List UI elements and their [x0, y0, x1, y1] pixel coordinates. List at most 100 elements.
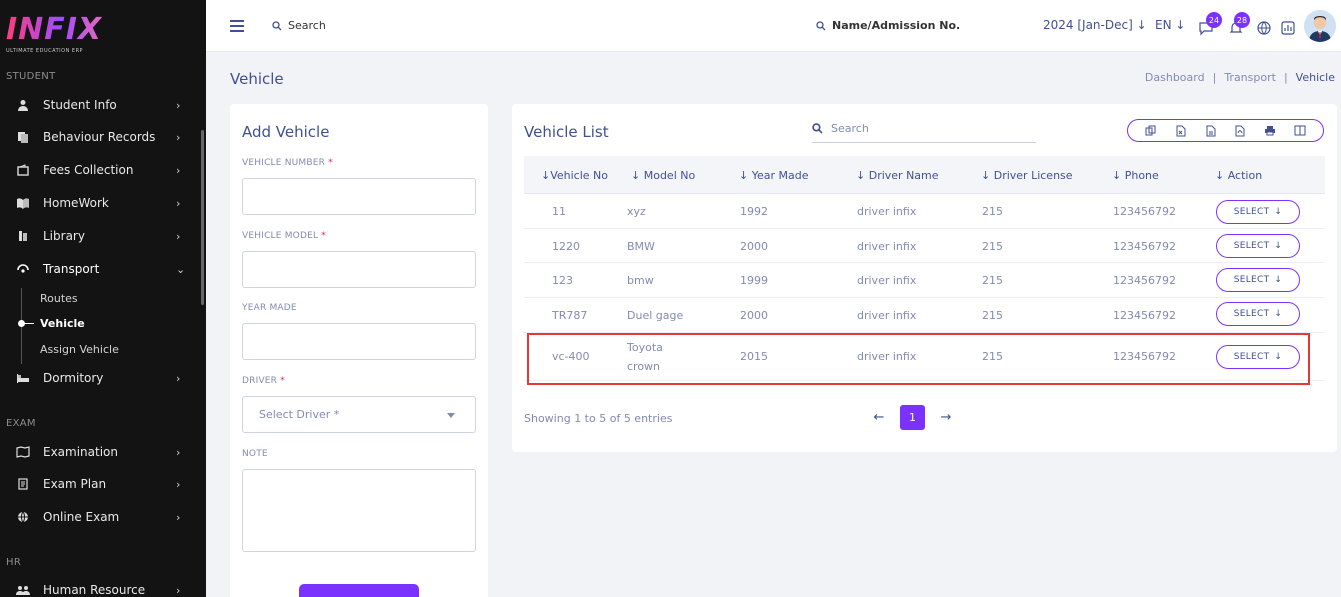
row-select-button[interactable]: SELECT ↓: [1216, 302, 1300, 326]
cell-model-no: xyz: [627, 205, 646, 218]
cell-vehicle-no: TR787: [552, 309, 588, 322]
brand-logo[interactable]: INFIX ULTIMATE EDUCATION ERP: [6, 14, 116, 58]
cell-year-made: 2000: [740, 309, 768, 322]
vehicle-number-input[interactable]: [242, 178, 476, 215]
excel-icon[interactable]: [1175, 125, 1187, 137]
cell-driver-license: 215: [982, 205, 1003, 218]
cell-driver-name: driver infix: [857, 274, 917, 287]
sidebar-subitem-vehicle[interactable]: Vehicle: [40, 317, 85, 330]
col-header-model-no[interactable]: ↓ Model No: [631, 169, 695, 182]
sidebar-item-fees-collection[interactable]: Fees Collection ›: [0, 157, 200, 183]
sidebar-item-exam-plan[interactable]: Exam Plan ›: [0, 471, 200, 497]
vehicle-list-card: Vehicle List Search ↓Vehicle No ↓ Model …: [512, 104, 1337, 452]
year-made-input[interactable]: [242, 323, 476, 360]
arrow-down-icon: ↓: [1274, 352, 1283, 362]
list-search-input[interactable]: Search: [812, 114, 1036, 143]
header-search[interactable]: Search: [272, 19, 326, 32]
breadcrumb-transport[interactable]: Transport: [1224, 71, 1276, 84]
transport-icon: [16, 262, 30, 276]
sidebar-subitem-assign-vehicle[interactable]: Assign Vehicle: [40, 343, 119, 356]
sidebar-subitem-routes[interactable]: Routes: [40, 292, 78, 305]
cell-model-no-line2: crown: [627, 360, 661, 373]
chevron-right-icon: ›: [176, 229, 181, 243]
note-textarea[interactable]: [242, 469, 476, 552]
language-select[interactable]: EN ↓: [1155, 18, 1185, 32]
cell-model-no: bmw: [627, 274, 654, 287]
sidebar-item-human-resource[interactable]: Human Resource ›: [0, 577, 200, 597]
driver-select[interactable]: Select Driver *: [242, 396, 476, 433]
col-header-driver-name[interactable]: ↓ Driver Name: [856, 169, 939, 182]
sidebar-item-online-exam[interactable]: Online Exam ›: [0, 504, 200, 530]
chart-icon[interactable]: [1280, 20, 1296, 36]
chevron-right-icon: ›: [176, 477, 181, 491]
sidebar-item-examination[interactable]: Examination ›: [0, 439, 200, 465]
col-header-action: ↓ Action: [1215, 169, 1263, 182]
book-icon: [16, 196, 30, 210]
cell-phone: 123456792: [1113, 350, 1176, 363]
col-header-phone[interactable]: ↓ Phone: [1112, 169, 1159, 182]
arrow-right-icon[interactable]: →: [939, 410, 953, 425]
col-header-driver-license[interactable]: ↓ Driver License: [981, 169, 1073, 182]
vehicle-list-title: Vehicle List: [524, 123, 609, 141]
chevron-right-icon: ›: [176, 583, 181, 597]
col-header-year-made[interactable]: ↓ Year Made: [739, 169, 809, 182]
sidebar-item-behaviour-records[interactable]: Behaviour Records ›: [0, 124, 200, 150]
row-select-button[interactable]: SELECT ↓: [1216, 200, 1300, 224]
breadcrumb-separator: |: [1212, 71, 1217, 84]
caret-down-icon: [447, 413, 455, 418]
arrow-left-icon[interactable]: ←: [872, 410, 886, 425]
menu-toggle-icon[interactable]: [230, 20, 244, 32]
row-select-button[interactable]: SELECT ↓: [1216, 345, 1300, 369]
globe-icon[interactable]: [1256, 20, 1272, 36]
col-header-vehicle-no[interactable]: ↓Vehicle No: [541, 169, 608, 182]
pdf-icon[interactable]: [1234, 125, 1246, 137]
cell-driver-license: 215: [982, 240, 1003, 253]
table-row: 123 bmw 1999 driver infix 215 123456792 …: [524, 263, 1325, 298]
cell-model-no: BMW: [627, 240, 655, 253]
vehicle-model-input[interactable]: [242, 251, 476, 288]
print-icon[interactable]: [1264, 125, 1276, 137]
academic-year-select[interactable]: 2024 [Jan-Dec] ↓: [1043, 18, 1147, 32]
cell-driver-name: driver infix: [857, 309, 917, 322]
arrow-down-icon: ↓: [1274, 275, 1283, 285]
breadcrumb-dashboard[interactable]: Dashboard: [1145, 71, 1205, 84]
export-button-group: [1127, 119, 1324, 142]
driver-label: DRIVER *: [242, 376, 285, 386]
vehicle-model-label: VEHICLE MODEL *: [242, 231, 326, 241]
cell-model-no: Duel gage: [627, 309, 684, 322]
cell-phone: 123456792: [1113, 274, 1176, 287]
page-number-1[interactable]: 1: [900, 405, 925, 430]
cell-year-made: 1999: [740, 274, 768, 287]
sidebar-item-label: Dormitory: [43, 371, 104, 385]
csv-icon[interactable]: [1205, 125, 1217, 137]
table-header: ↓Vehicle No ↓ Model No ↓ Year Made ↓ Dri…: [524, 156, 1325, 194]
sidebar: INFIX ULTIMATE EDUCATION ERP STUDENT Stu…: [0, 0, 206, 597]
sidebar-item-transport[interactable]: Transport ⌄: [0, 256, 200, 282]
search-icon: [272, 20, 282, 30]
sidebar-scrollbar[interactable]: [201, 130, 204, 305]
sidebar-item-library[interactable]: Library ›: [0, 223, 200, 249]
chevron-right-icon: ›: [176, 371, 181, 385]
copy-icon[interactable]: [1145, 125, 1157, 137]
student-search[interactable]: Name/Admission No.: [816, 19, 960, 32]
people-icon: [16, 583, 30, 597]
chevron-right-icon: ›: [176, 510, 181, 524]
row-select-button[interactable]: SELECT ↓: [1216, 234, 1300, 258]
arrow-down-icon: ↓: [1175, 18, 1186, 32]
user-avatar[interactable]: [1304, 10, 1336, 42]
notifications-badge: 28: [1234, 12, 1250, 28]
columns-icon[interactable]: [1294, 125, 1306, 137]
cell-year-made: 2015: [740, 350, 768, 363]
row-select-button[interactable]: SELECT ↓: [1216, 268, 1300, 292]
sidebar-item-homework[interactable]: HomeWork ›: [0, 190, 200, 216]
cell-driver-license: 215: [982, 274, 1003, 287]
sidebar-item-student-info[interactable]: Student Info ›: [0, 92, 200, 118]
academic-year-value: 2024 [Jan-Dec]: [1043, 18, 1133, 32]
breadcrumb-separator: |: [1283, 71, 1288, 84]
records-icon: [16, 130, 30, 144]
bed-icon: [16, 371, 30, 385]
driver-select-placeholder: Select Driver *: [259, 408, 340, 421]
sidebar-item-dormitory[interactable]: Dormitory ›: [0, 365, 200, 391]
save-vehicle-button[interactable]: [299, 584, 419, 597]
section-label-student: STUDENT: [6, 71, 56, 82]
